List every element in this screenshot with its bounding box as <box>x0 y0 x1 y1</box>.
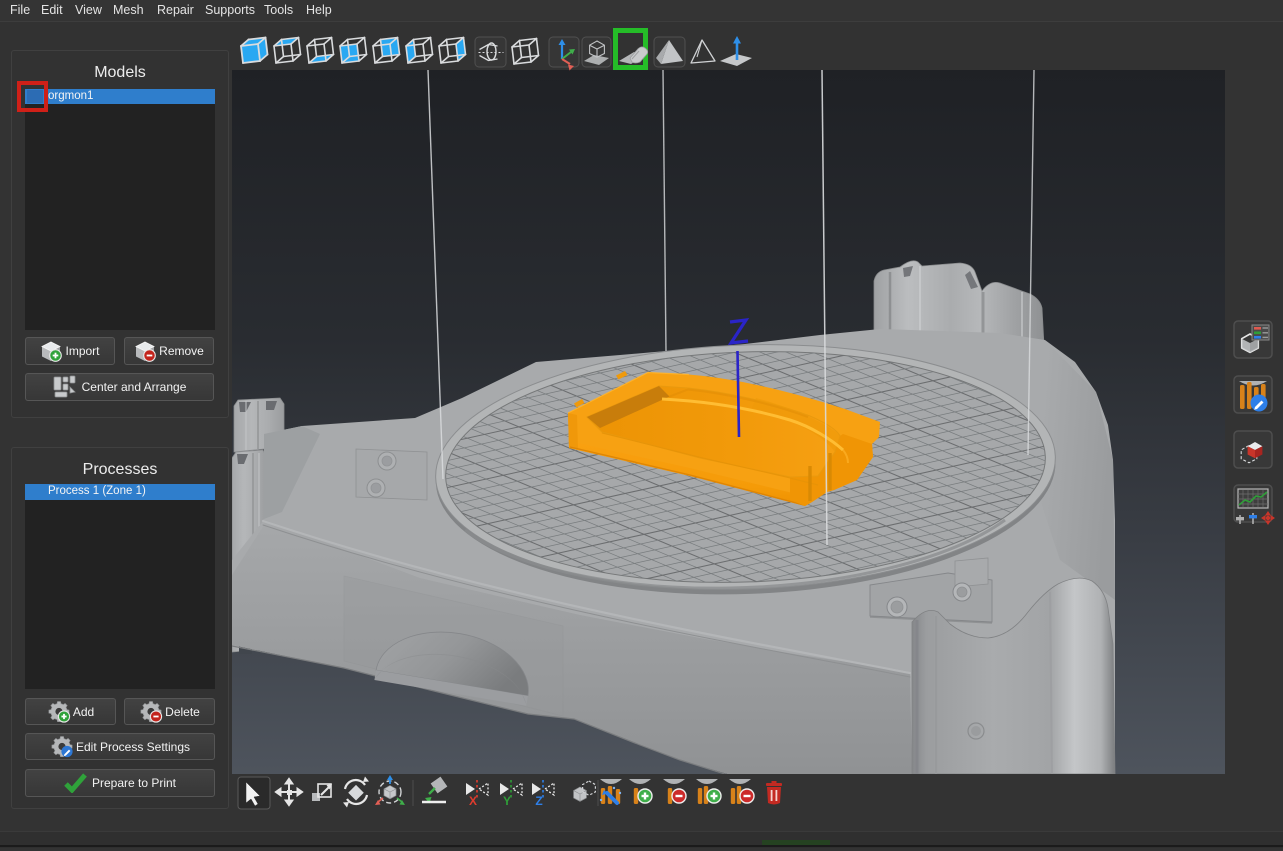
svg-text:Z: Z <box>535 794 542 808</box>
svg-text:Y: Y <box>503 794 511 808</box>
svg-text:X: X <box>469 794 477 808</box>
